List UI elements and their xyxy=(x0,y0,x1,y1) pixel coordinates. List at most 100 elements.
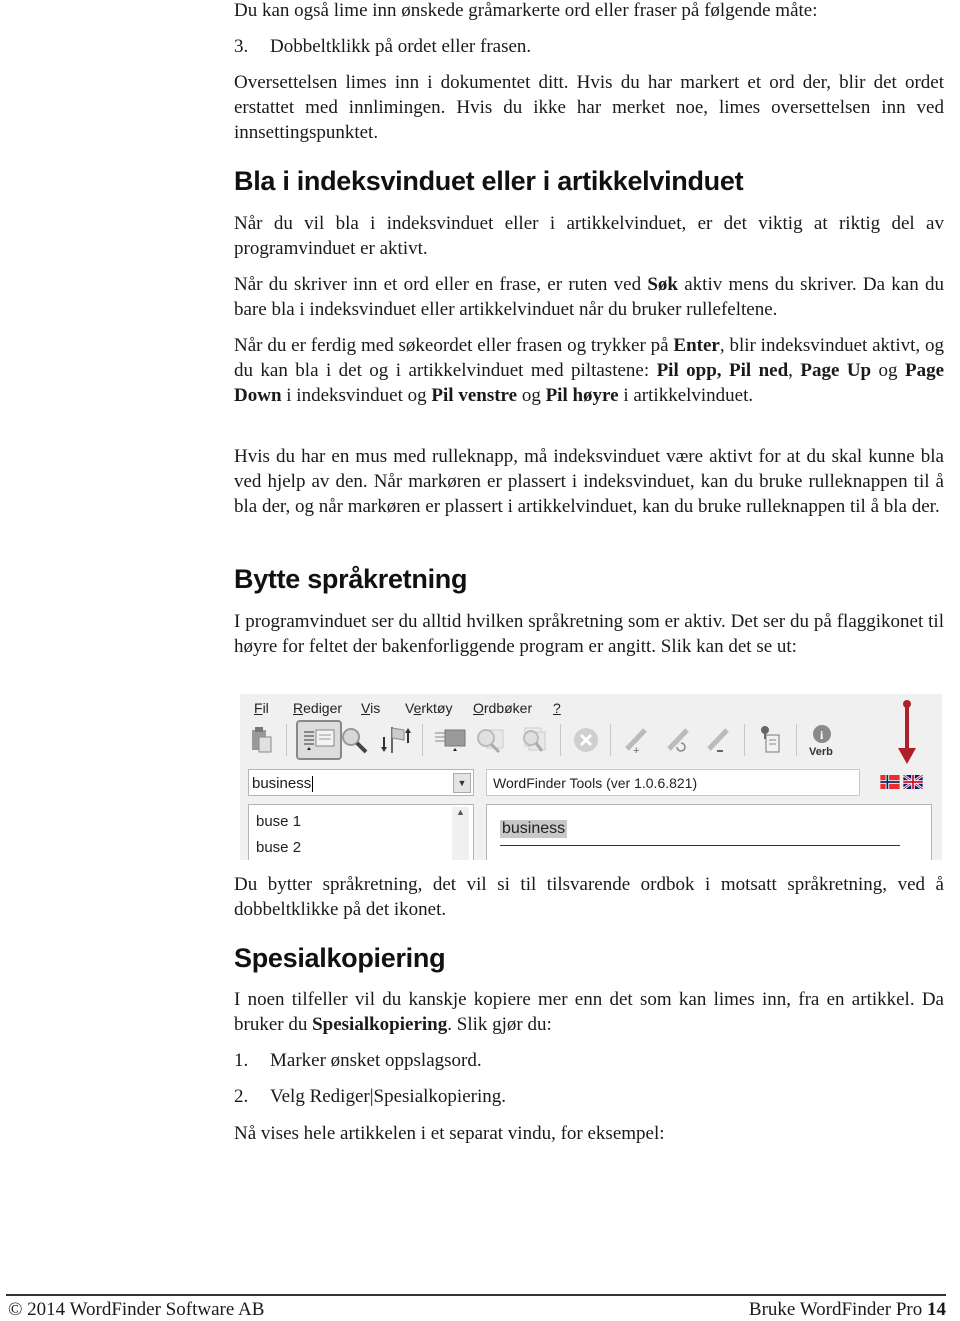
pencil-undo-icon xyxy=(667,728,689,752)
program-field: WordFinder Tools (ver 1.0.6.821) xyxy=(486,769,860,796)
edit-note-button[interactable] xyxy=(660,722,696,758)
menu-ordboker[interactable]: Ordbøker xyxy=(473,700,532,716)
list-number: 2. xyxy=(234,1086,249,1107)
headword-divider xyxy=(500,845,900,846)
list-item: 2. Velg Rediger|Spesialkopiering. xyxy=(234,1084,506,1109)
verb-button[interactable]: i Verb xyxy=(804,722,840,758)
text: og xyxy=(517,385,546,406)
toolbar-separator xyxy=(286,724,287,756)
text: , xyxy=(716,360,729,381)
magnifier-page-icon xyxy=(477,729,504,754)
toolbar-separator xyxy=(560,724,561,756)
text: , xyxy=(788,360,801,381)
toolbar: + i Verb xyxy=(240,720,942,762)
search-button[interactable] xyxy=(336,722,372,758)
toolbar-separator xyxy=(796,724,797,756)
section-paragraph: Hvis du har en mus med rulleknapp, må in… xyxy=(234,446,944,517)
info-icon: iVerb xyxy=(809,725,833,757)
footer-title: Bruke WordFinder Pro xyxy=(748,1299,927,1320)
menu-verktoy[interactable]: Verktøy xyxy=(405,700,452,716)
uk-flag-icon xyxy=(903,775,923,789)
list-item[interactable]: buse 1 xyxy=(256,813,301,830)
section-heading: Spesialkopiering xyxy=(234,943,446,973)
chevron-down-icon: ▼ xyxy=(457,778,467,788)
index-window-icon xyxy=(304,729,335,750)
list-item: 1. Marker ønsket oppslagsord. xyxy=(234,1048,482,1073)
article-view-button[interactable] xyxy=(432,722,468,758)
search-history-dropdown[interactable]: ▼ xyxy=(453,773,471,793)
key-name: Pil høyre xyxy=(545,385,619,406)
section-heading: Bla i indeksvinduet eller i artikkelvind… xyxy=(234,166,744,196)
red-arrow-annotation xyxy=(898,700,916,764)
section-paragraph: I programvinduet ser du alltid hvilken s… xyxy=(234,611,944,657)
search-value: business xyxy=(252,775,312,792)
list-number: 1. xyxy=(234,1050,249,1071)
section-paragraph: Du bytter språkretning, det vil si til t… xyxy=(234,874,944,920)
section-paragraph: Nå vises hele artikkelen i et separat vi… xyxy=(234,1123,665,1144)
article-headword: business xyxy=(500,820,568,838)
norwegian-flag-icon xyxy=(880,775,900,789)
intro-paragraph: Du kan også lime inn ønskede gråmarkerte… xyxy=(234,0,818,21)
svg-text:+: + xyxy=(633,745,639,755)
text-caret xyxy=(312,776,314,793)
toolbar-separator xyxy=(744,724,745,756)
pencil-plus-icon: + xyxy=(625,728,647,755)
article-window-icon xyxy=(435,729,466,751)
magnifier-icon xyxy=(342,728,368,754)
menu-rediger[interactable]: Rediger xyxy=(293,700,342,716)
toolbar-separator xyxy=(610,724,611,756)
section-heading: Bytte språkretning xyxy=(234,564,468,594)
bold-term: Spesialkopiering xyxy=(312,1014,448,1035)
key-name: Page Up xyxy=(800,360,872,381)
scrollbar[interactable]: ▲ xyxy=(452,807,469,860)
search-input[interactable]: business xyxy=(248,769,474,796)
key-name: Enter xyxy=(673,335,720,356)
footer-page-info: Bruke WordFinder Pro 14 xyxy=(749,1299,946,1321)
text: og xyxy=(871,360,905,381)
menu-fil[interactable]: Fil xyxy=(254,700,269,716)
article-window[interactable]: business xyxy=(486,804,932,860)
toolbar-separator xyxy=(422,724,423,756)
section-paragraph: Når du vil bla i indeksvinduet eller i a… xyxy=(234,213,944,259)
find-all-button[interactable] xyxy=(514,722,550,758)
pencil-minus-icon xyxy=(707,728,729,752)
document-pin-icon xyxy=(761,726,780,753)
section-paragraph: I noen tilfeller vil du kanskje kopiere … xyxy=(234,987,944,1037)
flag-swap-icon xyxy=(381,727,411,753)
notes-button[interactable] xyxy=(752,722,788,758)
find-in-article-button[interactable] xyxy=(472,722,508,758)
delete-note-button[interactable] xyxy=(700,722,736,758)
wordfinder-screenshot: Fil Rediger Vis Verktøy Ordbøker ? + i V… xyxy=(240,694,942,860)
magnifier-pages-icon xyxy=(523,727,546,752)
language-direction-flags[interactable] xyxy=(880,775,923,789)
clipboard-icon xyxy=(252,727,272,753)
text: . Slik gjør du: xyxy=(447,1014,552,1035)
list-text: Velg Rediger|Spesialkopiering. xyxy=(270,1086,506,1107)
footer-copyright: © 2014 WordFinder Software AB xyxy=(8,1299,265,1320)
text: Når du skriver inn et ord eller en frase… xyxy=(234,274,648,295)
section-paragraph: Når du er ferdig med søkeordet eller fra… xyxy=(234,333,944,408)
key-name: Pil opp xyxy=(656,360,717,381)
switch-direction-button[interactable] xyxy=(378,722,414,758)
text: i artikkelvinduet. xyxy=(618,385,754,406)
paste-button[interactable] xyxy=(244,722,280,758)
add-note-button[interactable]: + xyxy=(618,722,654,758)
intro-paragraph-2: Oversettelsen limes inn i dokumentet dit… xyxy=(234,72,944,143)
menu-help[interactable]: ? xyxy=(553,700,561,716)
list-number: 3. xyxy=(234,36,249,57)
key-name: Pil ned xyxy=(728,360,789,381)
text: i indeksvinduet og xyxy=(281,385,432,406)
list-item[interactable]: buse 2 xyxy=(256,839,301,856)
menu-vis[interactable]: Vis xyxy=(361,700,380,716)
list-item: 3. Dobbeltklikk på ordet eller frasen. xyxy=(234,34,531,59)
svg-text:Verb: Verb xyxy=(809,746,833,757)
list-text: Marker ønsket oppslagsord. xyxy=(270,1050,482,1071)
close-circle-icon xyxy=(574,728,598,752)
index-list[interactable]: buse 1 buse 2 ▲ xyxy=(248,804,474,860)
footer-divider xyxy=(6,1294,946,1296)
section-paragraph: Når du skriver inn et ord eller en frase… xyxy=(234,272,944,322)
list-text: Dobbeltklikk på ordet eller frasen. xyxy=(270,36,532,57)
chevron-up-icon: ▲ xyxy=(456,807,465,817)
clear-button[interactable] xyxy=(568,722,604,758)
text: Når du er ferdig med søkeordet eller fra… xyxy=(234,335,674,356)
